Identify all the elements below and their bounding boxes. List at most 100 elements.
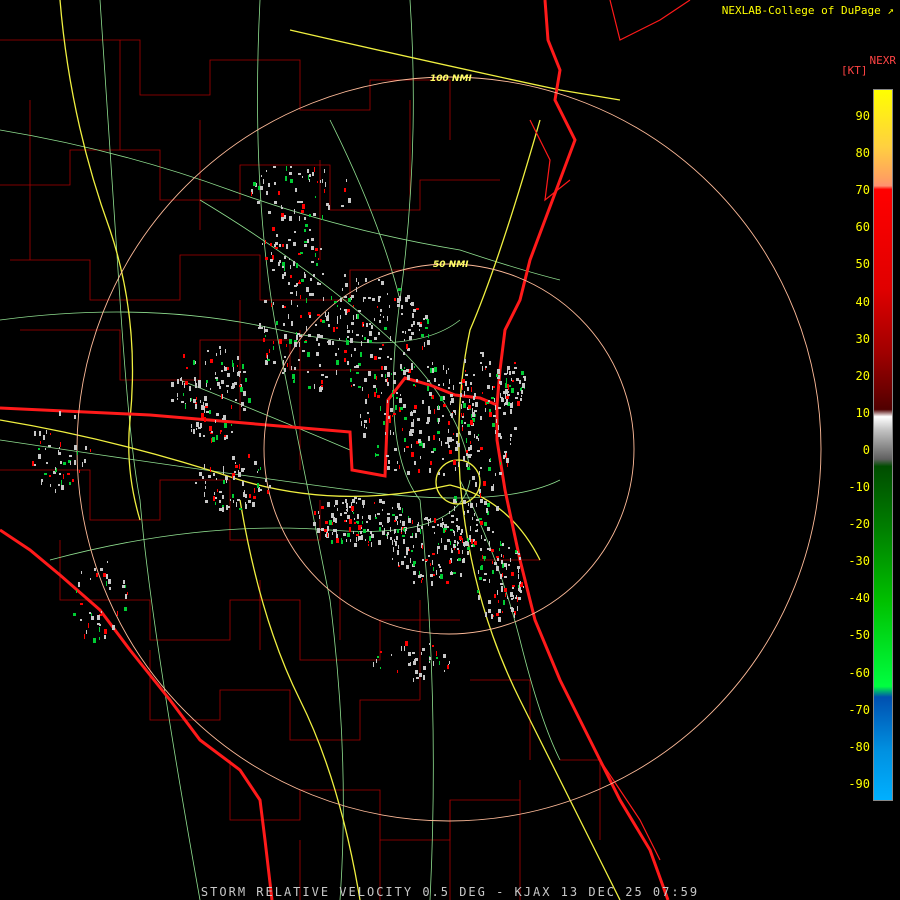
echo-pixel	[273, 361, 276, 364]
echo-pixel	[476, 524, 478, 526]
echo-pixel	[292, 374, 295, 379]
echo-pixel	[326, 316, 329, 321]
echo-pixel	[497, 590, 498, 595]
echo-pixel	[380, 651, 382, 653]
echo-pixel	[415, 561, 416, 564]
echo-pixel	[443, 528, 445, 533]
echo-pixel	[340, 315, 341, 319]
echo-pixel	[448, 387, 450, 389]
echo-pixel	[320, 248, 322, 250]
echo-pixel	[470, 382, 472, 385]
echo-pixel	[402, 535, 405, 537]
echo-pixel	[446, 370, 447, 374]
echo-pixel	[440, 569, 442, 572]
echo-pixel	[290, 179, 293, 183]
echo-pixel	[365, 539, 366, 541]
echo-pixel	[428, 334, 429, 338]
echo-pixel	[331, 296, 332, 300]
echo-pixel	[46, 462, 48, 464]
echo-pixel	[454, 506, 455, 511]
echo-pixel	[390, 358, 392, 360]
echo-pixel	[464, 422, 466, 424]
echo-pixel	[254, 461, 257, 465]
echo-pixel	[432, 560, 433, 565]
echo-pixel	[348, 298, 351, 302]
echo-pixel	[496, 374, 498, 377]
echo-pixel	[518, 553, 520, 555]
legend-tick: -20	[848, 517, 870, 532]
echo-pixel	[504, 588, 507, 592]
echo-pixel	[243, 408, 246, 411]
echo-pixel	[474, 393, 476, 397]
echo-pixel	[417, 524, 418, 528]
echo-pixel	[336, 538, 339, 543]
echo-pixel	[443, 396, 445, 400]
echo-pixel	[296, 335, 298, 340]
echo-pixel	[515, 597, 517, 599]
echo-pixel	[307, 371, 309, 373]
echo-pixel	[318, 258, 319, 260]
echo-pixel	[462, 401, 464, 403]
echo-pixel	[450, 572, 453, 575]
echo-pixel	[343, 533, 346, 536]
echo-pixel	[418, 469, 420, 473]
echo-pixel	[242, 364, 244, 369]
echo-pixel	[122, 585, 125, 588]
echo-pixel	[472, 412, 475, 417]
echo-pixel	[117, 611, 118, 616]
echo-pixel	[387, 316, 388, 321]
echo-pixel	[368, 541, 369, 543]
echo-pixel	[517, 566, 520, 569]
echo-pixel	[344, 188, 346, 192]
echo-pixel	[423, 318, 425, 320]
echo-pixel	[282, 274, 284, 279]
echo-pixel	[482, 392, 483, 394]
echo-pixel	[387, 356, 389, 358]
echo-pixel	[302, 176, 303, 178]
echo-pixel	[511, 572, 514, 576]
echo-pixel	[344, 512, 347, 514]
echo-pixel	[321, 380, 323, 384]
echo-pixel	[361, 341, 362, 346]
echo-pixel	[432, 362, 433, 365]
echo-pixel	[440, 574, 443, 579]
legend-tick: 70	[855, 183, 870, 198]
echo-pixel	[294, 209, 295, 214]
echo-pixel	[243, 391, 246, 396]
echo-pixel	[496, 566, 499, 571]
echo-pixel	[510, 592, 513, 597]
echo-pixel	[226, 505, 228, 510]
echo-pixel	[455, 544, 456, 546]
echo-pixel	[90, 449, 91, 452]
echo-pixel	[308, 312, 311, 315]
echo-pixel	[342, 502, 344, 504]
echo-pixel	[394, 520, 396, 522]
echo-pixel	[67, 473, 70, 475]
echo-pixel	[171, 382, 174, 387]
echo-pixel	[392, 514, 395, 516]
echo-pixel	[488, 400, 490, 402]
echo-pixel	[383, 316, 384, 318]
echo-pixel	[286, 166, 287, 171]
echo-pixel	[503, 555, 504, 558]
echo-pixel	[260, 186, 263, 190]
echo-pixel	[390, 527, 391, 532]
echo-pixel	[499, 384, 500, 386]
legend-tick: -70	[848, 702, 870, 717]
echo-pixel	[300, 252, 303, 254]
echo-pixel	[85, 446, 87, 450]
echo-pixel	[358, 536, 361, 540]
echo-pixel	[409, 431, 412, 436]
echo-pixel	[290, 166, 292, 168]
echo-pixel	[304, 217, 306, 220]
echo-pixel	[378, 357, 381, 359]
echo-pixel	[337, 321, 338, 324]
echo-pixel	[325, 534, 327, 537]
echo-pixel	[418, 522, 419, 526]
echo-pixel	[470, 526, 471, 531]
echo-pixel	[265, 257, 268, 260]
external-link-icon[interactable]: ↗	[887, 4, 894, 17]
echo-pixel	[316, 352, 319, 356]
echo-pixel	[205, 361, 206, 365]
echo-pixel	[222, 394, 223, 399]
